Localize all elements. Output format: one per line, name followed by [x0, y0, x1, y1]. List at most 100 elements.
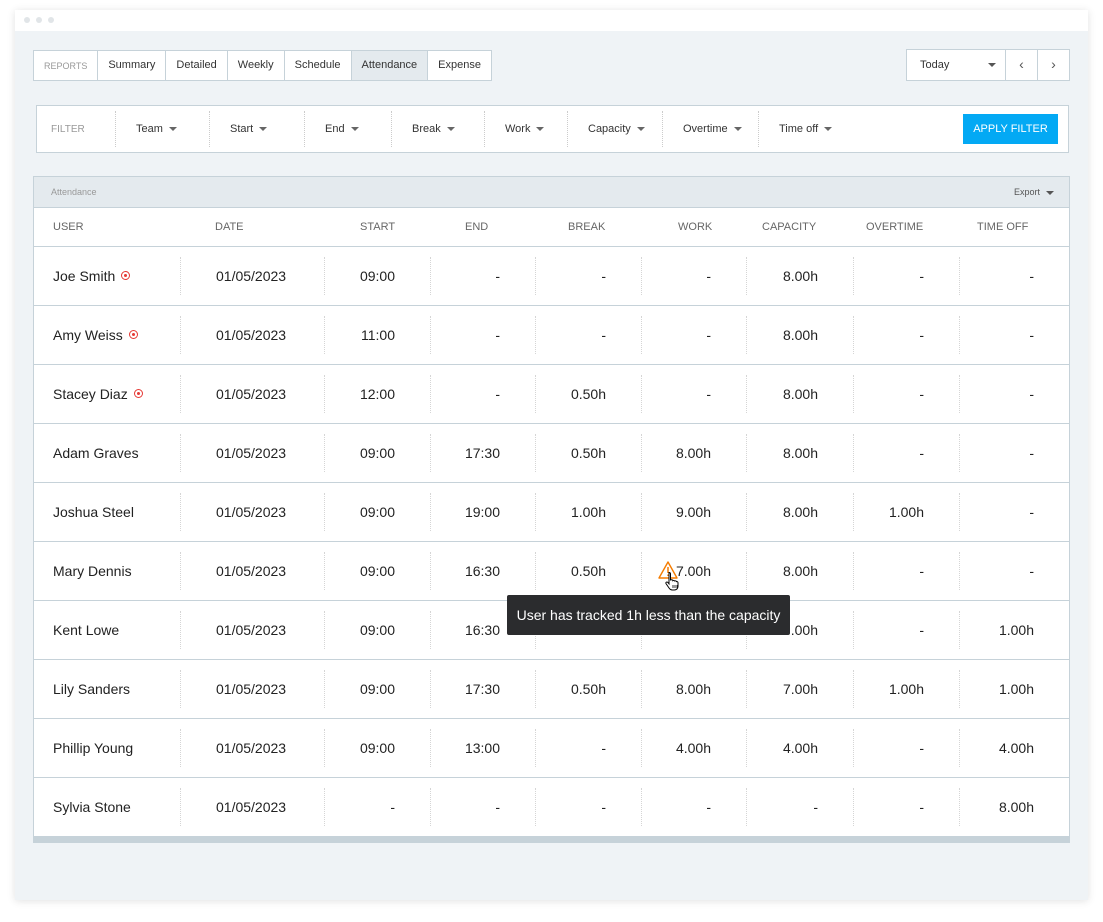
column-header-time-off[interactable]: TIME OFF	[959, 208, 1069, 247]
caret-down-icon	[259, 127, 268, 132]
cell-break: 0.50h	[535, 659, 641, 719]
break-value: 0.50h	[570, 680, 606, 697]
table-row[interactable]: Joshua Steel 01/05/2023 09:00 19:00 1.00h 9.0…	[34, 482, 1069, 542]
filter-label: FILTER	[51, 123, 85, 135]
cell-content: 13:00	[430, 728, 535, 767]
tab-weekly[interactable]: Weekly	[226, 51, 284, 80]
cell-content: -	[959, 256, 1069, 295]
cell-content: 1.00h	[959, 610, 1069, 649]
column-header-break[interactable]: BREAK	[535, 208, 641, 247]
filter-time-off[interactable]: Time off	[758, 111, 858, 147]
column-header-work[interactable]: WORK	[641, 208, 746, 247]
tab-summary[interactable]: Summary	[97, 51, 165, 80]
cell-content: -	[641, 315, 746, 354]
cell-content: 0.50h	[535, 551, 641, 590]
start-value: 09:00	[359, 621, 395, 638]
column-header-start[interactable]: START	[324, 208, 430, 247]
cell-work: 7.00h	[641, 541, 746, 601]
filter-end[interactable]: End	[304, 111, 391, 147]
horizontal-scrollbar[interactable]	[34, 836, 1069, 842]
cell-break: -	[535, 305, 641, 365]
cell-work: -	[641, 305, 746, 365]
export-button[interactable]: Export	[1014, 177, 1054, 208]
cell-content: 7.00h	[641, 551, 746, 590]
end-value: 17:30	[464, 680, 500, 697]
cell-content: 17:30	[430, 433, 535, 472]
filter-capacity[interactable]: Capacity	[567, 111, 662, 147]
table-row[interactable]: Stacey Diaz 01/05/2023 12:00 - 0.50h - 8.00h - -	[34, 364, 1069, 424]
column-header-user[interactable]: USER	[34, 208, 180, 247]
cell-content: Sylvia Stone	[34, 788, 180, 826]
cell-content: 01/05/2023	[180, 728, 324, 767]
cell-timeoff: -	[959, 423, 1069, 483]
tab-expense[interactable]: Expense	[427, 51, 491, 80]
date-value: 01/05/2023	[216, 326, 287, 343]
overtime-value: -	[919, 267, 924, 284]
cell-content: -	[853, 256, 959, 295]
end-value: 19:00	[464, 503, 500, 520]
column-header-date[interactable]: DATE	[180, 208, 324, 247]
tab-schedule[interactable]: Schedule	[283, 51, 351, 80]
next-button[interactable]: ›	[1037, 49, 1070, 81]
cell-content: 4.00h	[746, 728, 853, 767]
cell-end: 13:00	[430, 718, 535, 778]
apply-filter-button[interactable]: APPLY FILTER	[963, 114, 1058, 144]
cell-content: 1.00h	[959, 669, 1069, 708]
table-row[interactable]: Joe Smith 01/05/2023 09:00 - - - 8.00h - -	[34, 246, 1069, 306]
timeoff-value: -	[1029, 385, 1034, 402]
column-header-end[interactable]: END	[430, 208, 535, 247]
cell-content: 8.00h	[746, 492, 853, 531]
overtime-value: -	[919, 739, 924, 756]
end-value: 17:30	[464, 444, 500, 461]
filter-work[interactable]: Work	[484, 111, 567, 147]
column-header-capacity[interactable]: CAPACITY	[746, 208, 853, 247]
cell-date: 01/05/2023	[180, 777, 324, 837]
cell-overtime: -	[853, 718, 959, 778]
table-row[interactable]: Adam Graves 01/05/2023 09:00 17:30 0.50h 8.00…	[34, 423, 1069, 483]
table-row[interactable]: Phillip Young 01/05/2023 09:00 13:00 - 4.00h 4…	[34, 718, 1069, 778]
app-window: REPORTS Summary Detailed Weekly Schedule Atte…	[15, 10, 1088, 900]
break-value: 1.00h	[570, 503, 606, 520]
cell-content: -	[535, 315, 641, 354]
work-value: 8.00h	[675, 444, 711, 461]
filter-item-label: Time off	[779, 123, 819, 135]
timeoff-value: -	[1029, 326, 1034, 343]
capacity-value: 8.00h	[782, 562, 818, 579]
cell-content: 4.00h	[959, 728, 1069, 767]
cell-timeoff: -	[959, 482, 1069, 542]
cell-content: -	[535, 787, 641, 826]
cell-end: 16:30	[430, 541, 535, 601]
tab-attendance[interactable]: Attendance	[350, 51, 428, 80]
caret-down-icon	[168, 127, 177, 132]
column-header-overtime[interactable]: OVERTIME	[853, 208, 959, 247]
table-row[interactable]: Amy Weiss 01/05/2023 11:00 - - - 8.00h - -	[34, 305, 1069, 365]
overtime-value: -	[919, 621, 924, 638]
timeoff-value: 1.00h	[998, 621, 1034, 638]
filter-team[interactable]: Team	[115, 111, 209, 147]
user-value: Joshua Steel	[53, 503, 134, 520]
timeoff-value: 1.00h	[998, 680, 1034, 697]
table-row[interactable]: Mary Dennis 01/05/2023 09:00 16:30 0.50h 7.00…	[34, 541, 1069, 601]
break-value: -	[601, 326, 606, 343]
table-row[interactable]: Lily Sanders 01/05/2023 09:00 17:30 0.50h 8.0…	[34, 659, 1069, 719]
cell-content: 9.00h	[641, 492, 746, 531]
date-range-dropdown[interactable]: Today	[906, 49, 1006, 81]
cell-content: 0.50h	[535, 374, 641, 413]
user-value: Stacey Diaz	[53, 385, 128, 402]
caret-down-icon	[350, 127, 359, 132]
cell-timeoff: 1.00h	[959, 600, 1069, 660]
prev-button[interactable]: ‹	[1005, 49, 1038, 81]
filter-start[interactable]: Start	[209, 111, 304, 147]
tab-detailed[interactable]: Detailed	[165, 51, 226, 80]
date-range-value: Today	[920, 59, 950, 71]
cell-content: 09:00	[324, 610, 430, 649]
filter-overtime[interactable]: Overtime	[662, 111, 758, 147]
date-value: 01/05/2023	[216, 680, 287, 697]
filter-item-label: Team	[136, 123, 163, 135]
cell-timeoff: -	[959, 246, 1069, 306]
table-row[interactable]: Sylvia Stone 01/05/2023 - - - - - - 8.00h	[34, 777, 1069, 837]
filter-break[interactable]: Break	[391, 111, 484, 147]
cell-content: -	[853, 787, 959, 826]
capacity-value: -	[813, 798, 818, 815]
cell-content: -	[535, 728, 641, 767]
